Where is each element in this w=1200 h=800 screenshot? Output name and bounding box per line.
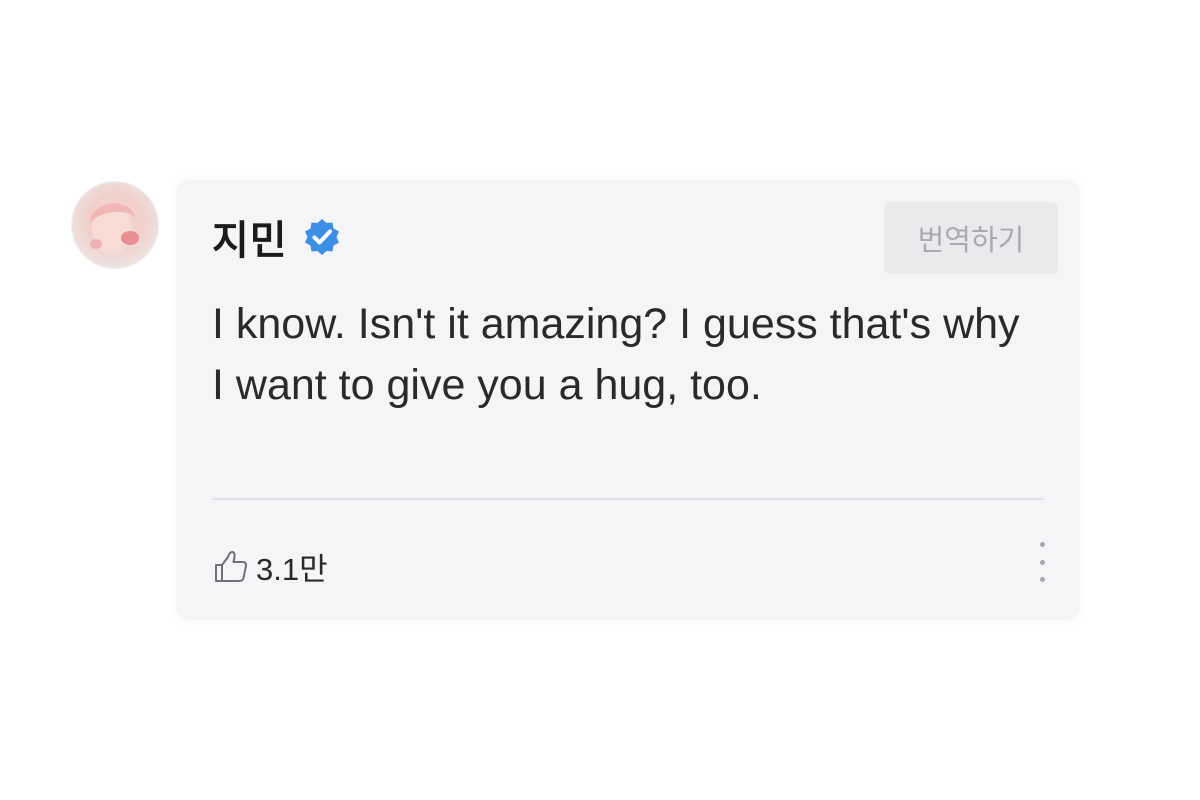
more-vertical-icon-dot <box>1039 577 1045 582</box>
more-vertical-icon-dot <box>1039 559 1045 565</box>
avatar-image <box>90 203 139 254</box>
comment-screen: 지민 번역하기 I know. Isn't it amazing? I gues… <box>0 0 1200 800</box>
comment-card: 지민 번역하기 I know. Isn't it amazing? I gues… <box>176 180 1080 620</box>
like-count: 3.1만 <box>256 552 328 587</box>
divider <box>212 498 1044 500</box>
verified-badge-icon <box>304 219 339 255</box>
avatar[interactable] <box>72 182 158 268</box>
translate-button[interactable]: 번역하기 <box>884 202 1058 274</box>
author-row: 지민 <box>212 208 342 266</box>
thumbs-up-icon <box>215 550 248 582</box>
author-name[interactable]: 지민 <box>212 208 288 266</box>
comment-text: I know. Isn't it amazing? I guess that's… <box>212 300 1020 409</box>
more-options-button[interactable] <box>1032 542 1052 582</box>
like-button[interactable]: 3.1만 <box>212 544 328 589</box>
more-vertical-icon <box>1039 542 1045 547</box>
